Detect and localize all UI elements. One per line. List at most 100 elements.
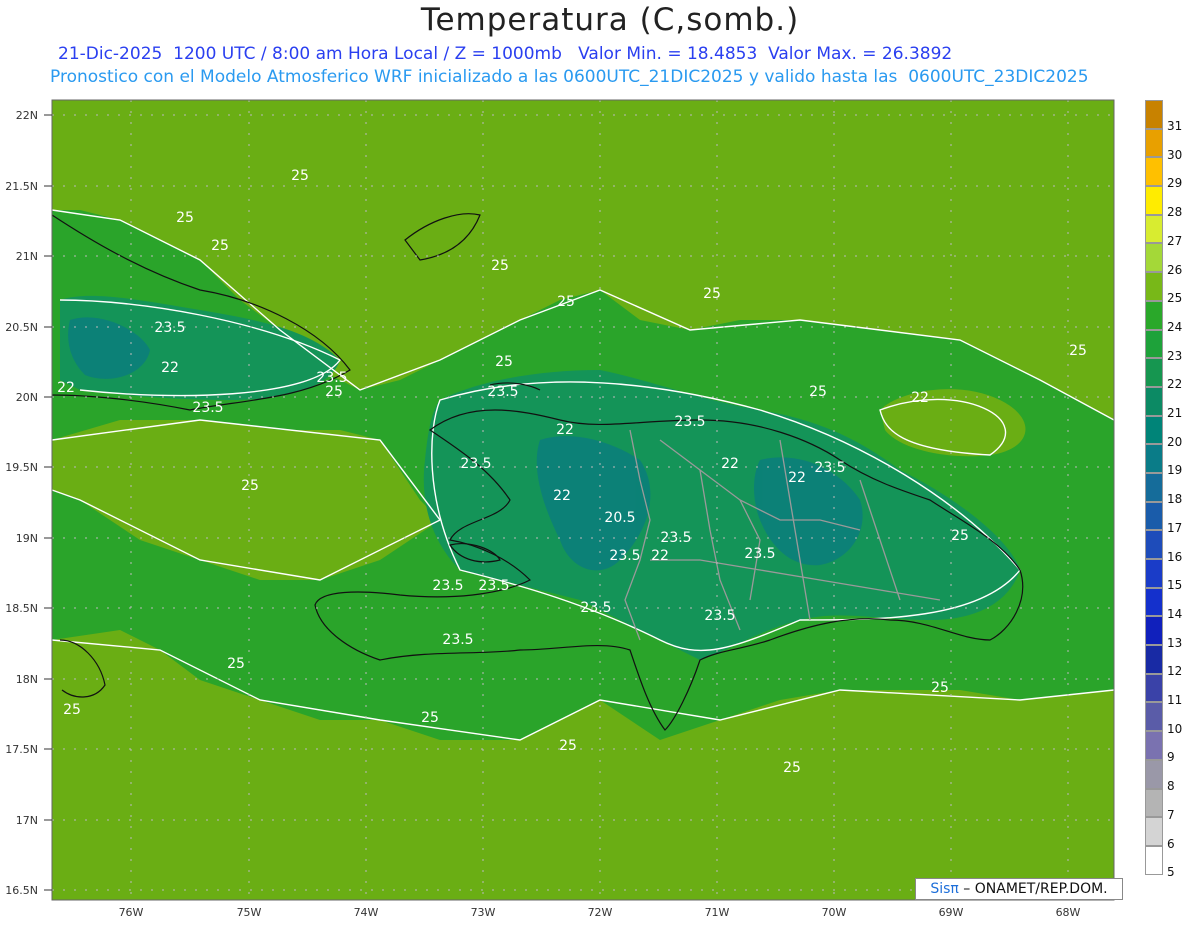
contour-label: 22 xyxy=(57,380,75,396)
latitude-label: 19.5N xyxy=(5,461,38,474)
colorbar-label: 28 xyxy=(1167,205,1183,220)
latitude-label: 18.5N xyxy=(5,602,38,615)
contour-label: 25 xyxy=(1069,343,1087,359)
contour-label: 22 xyxy=(556,422,574,438)
colorbar-label: 10 xyxy=(1167,721,1183,736)
latitude-label: 17N xyxy=(16,814,38,827)
colorbar-label: 9 xyxy=(1167,750,1175,765)
colorbar-swatch xyxy=(1145,817,1163,846)
longitude-label: 69W xyxy=(939,906,964,919)
contour-label: 23.5 xyxy=(609,548,640,564)
colorbar-swatch xyxy=(1145,157,1163,187)
contour-label: 25 xyxy=(291,168,309,184)
contour-label: 25 xyxy=(241,478,259,494)
latitude-label: 16.5N xyxy=(5,884,38,897)
colorbar-swatch xyxy=(1145,645,1163,674)
colorbar-label: 16 xyxy=(1167,549,1183,564)
colorbar-swatch xyxy=(1145,386,1163,416)
contour-label: 22 xyxy=(911,390,929,406)
longitude-label: 71W xyxy=(705,906,730,919)
contour-label: 23.5 xyxy=(704,608,735,624)
longitude-label: 76W xyxy=(119,906,144,919)
colorbar-swatch xyxy=(1145,444,1163,473)
contour-label: 25 xyxy=(421,710,439,726)
contour-label: 20.5 xyxy=(604,510,635,526)
contour-label: 22 xyxy=(161,360,179,376)
colorbar-swatch xyxy=(1145,415,1163,445)
colorbar-swatch xyxy=(1145,788,1163,818)
temperature-map: 25 25 25 25 25 25 25 23.5 22 22 23.5 23.5 25 25 23.5 25… xyxy=(5,99,1115,919)
latitude-label: 22N xyxy=(16,109,38,122)
colorbar-swatch xyxy=(1145,616,1163,646)
contour-label: 22 xyxy=(553,488,571,504)
colorbar-label: 30 xyxy=(1167,147,1183,162)
contour-label: 23.5 xyxy=(460,456,491,472)
longitude-label: 75W xyxy=(237,906,262,919)
contour-label: 25 xyxy=(227,656,245,672)
colorbar-swatch xyxy=(1145,587,1163,617)
contour-label: 23.5 xyxy=(674,414,705,430)
latitude-label: 18N xyxy=(16,673,38,686)
contour-label: 25 xyxy=(63,702,81,718)
contour-label: 25 xyxy=(809,384,827,400)
credit-box: Sisπ – ONAMET/REP.DOM. xyxy=(915,878,1123,900)
colorbar-swatch xyxy=(1145,673,1163,703)
longitude-label: 74W xyxy=(354,906,379,919)
contour-label: 23.5 xyxy=(154,320,185,336)
contour-label: 23.5 xyxy=(432,578,463,594)
contour-label: 25 xyxy=(211,238,229,254)
colorbar-label: 23 xyxy=(1167,348,1183,363)
credit-text: – ONAMET/REP.DOM. xyxy=(958,881,1108,897)
colorbar-label: 11 xyxy=(1167,693,1183,707)
contour-label: 25 xyxy=(557,294,575,310)
colorbar-swatch xyxy=(1145,128,1163,158)
colorbar-label: 24 xyxy=(1167,319,1183,334)
latitude-labels: 22N 21.5N 21N 20.5N 20N 19.5N 19N 18.5N 18N 17.5N… xyxy=(5,109,52,897)
contour-label: 25 xyxy=(783,760,801,776)
contour-label: 23.5 xyxy=(442,632,473,648)
colorbar-swatch xyxy=(1145,358,1163,387)
contour-label: 22 xyxy=(721,456,739,472)
colorbar-label: 15 xyxy=(1167,578,1183,593)
sispi-logo: Sisπ xyxy=(930,881,959,897)
contour-label: 25 xyxy=(559,738,577,754)
colorbar-swatch xyxy=(1145,214,1163,244)
contour-label: 23.5 xyxy=(814,460,845,476)
colorbar-swatch xyxy=(1145,702,1163,732)
colorbar-label: 22 xyxy=(1167,377,1183,392)
latitude-label: 19N xyxy=(16,532,38,545)
colorbar-label: 14 xyxy=(1167,606,1183,621)
longitude-label: 70W xyxy=(822,906,847,919)
contour-label: 23.5 xyxy=(580,600,611,616)
colorbar-label: 19 xyxy=(1167,463,1183,478)
contour-label: 23.5 xyxy=(478,578,509,594)
map-title: Temperatura (C,somb.) xyxy=(420,2,800,38)
colorbar-swatch xyxy=(1145,100,1163,129)
colorbar-swatch xyxy=(1145,243,1163,273)
colorbar-swatch xyxy=(1145,472,1163,502)
colorbar-swatch xyxy=(1145,731,1163,760)
contour-label: 25 xyxy=(495,354,513,370)
longitude-label: 73W xyxy=(471,906,496,919)
subtitle-valid-time: 21-Dic-2025 1200 UTC / 8:00 am Hora Loca… xyxy=(58,44,953,64)
colorbar-label: 8 xyxy=(1167,779,1175,794)
colorbar-label: 26 xyxy=(1167,262,1183,277)
colorbar-label: 21 xyxy=(1167,406,1183,420)
latitude-label: 21.5N xyxy=(5,180,38,193)
colorbar-label: 12 xyxy=(1167,664,1183,679)
colorbar-label: 13 xyxy=(1167,635,1183,650)
colorbar-swatch xyxy=(1145,272,1163,301)
contour-label: 22 xyxy=(651,548,669,564)
contour-label: 25 xyxy=(176,210,194,226)
contour-label: 22 xyxy=(788,470,806,486)
longitude-labels: 76W 75W 74W 73W 72W 71W 70W 69W 68W xyxy=(119,906,1081,919)
colorbar-swatch xyxy=(1145,300,1163,330)
contour-label: 25 xyxy=(931,680,949,696)
latitude-label: 17.5N xyxy=(5,743,38,756)
latitude-label: 20.5N xyxy=(5,321,38,334)
colorbar-label: 25 xyxy=(1167,291,1183,306)
contour-label: 25 xyxy=(325,384,343,400)
colorbar-swatch xyxy=(1145,329,1163,359)
colorbar-label: 17 xyxy=(1167,520,1183,535)
contour-label: 25 xyxy=(951,528,969,544)
